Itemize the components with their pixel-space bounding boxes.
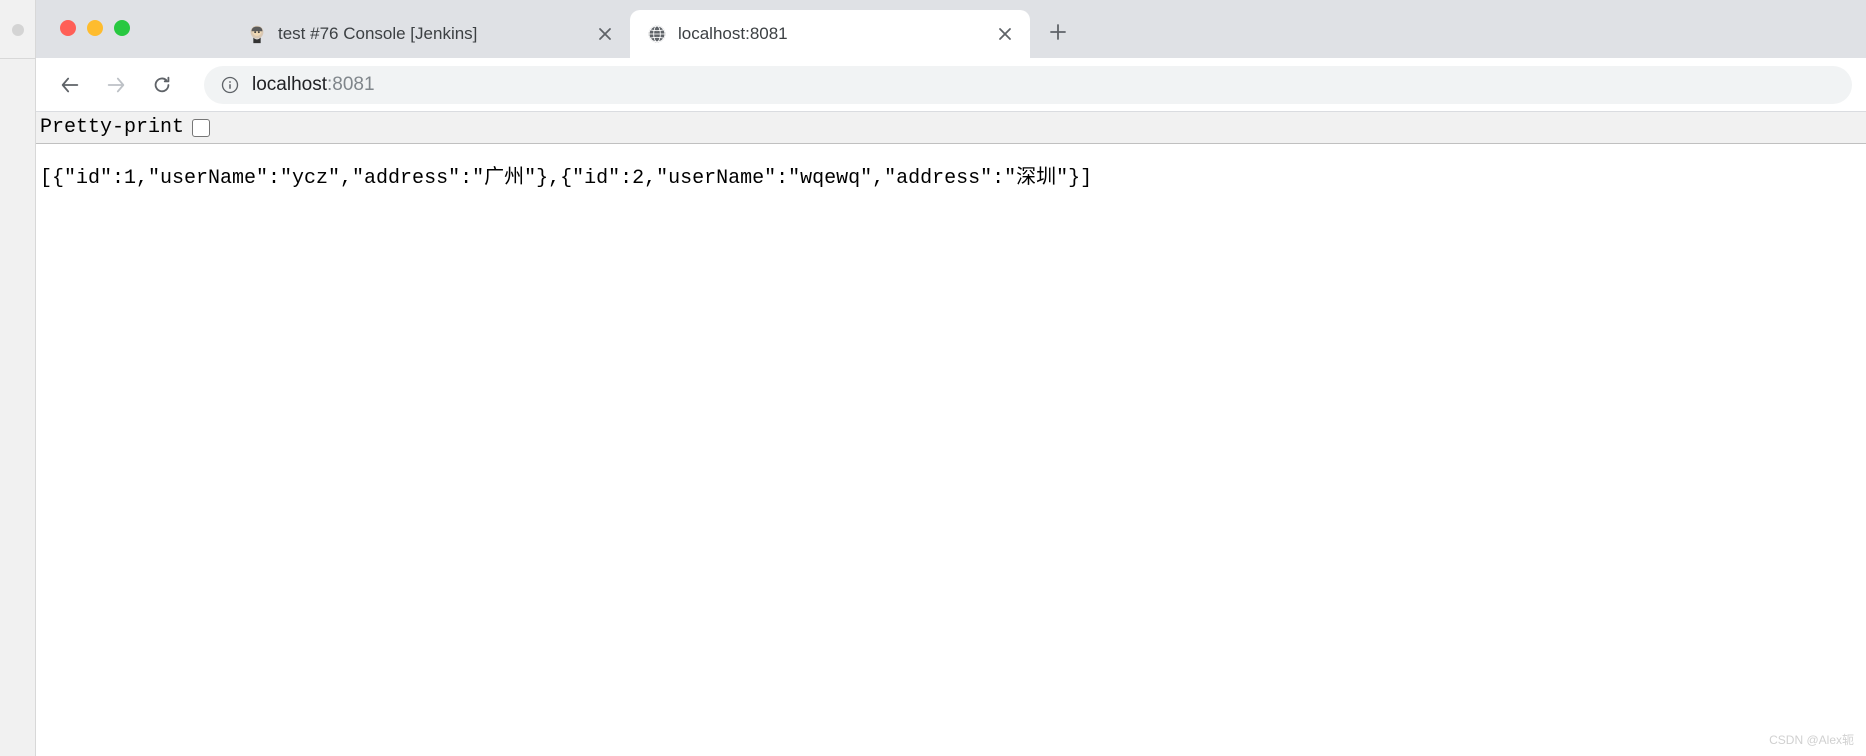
- toolbar: localhost:8081: [36, 58, 1866, 112]
- back-button[interactable]: [50, 65, 90, 105]
- browser-window: test #76 Console [Jenkins]: [36, 0, 1866, 756]
- gutter-divider: [0, 58, 35, 59]
- gutter-dot: [12, 24, 24, 36]
- tab-title: localhost:8081: [678, 24, 986, 44]
- reload-button[interactable]: [142, 65, 182, 105]
- window-close-button[interactable]: [60, 20, 76, 36]
- tab-jenkins[interactable]: test #76 Console [Jenkins]: [230, 10, 630, 58]
- tab-bar: test #76 Console [Jenkins]: [36, 0, 1866, 58]
- window-maximize-button[interactable]: [114, 20, 130, 36]
- close-icon[interactable]: [596, 25, 614, 43]
- content-area: [{"id":1,"userName":"ycz","address":"广州"…: [36, 144, 1866, 756]
- window-minimize-button[interactable]: [87, 20, 103, 36]
- globe-icon: [646, 23, 668, 45]
- site-info-icon[interactable]: [220, 75, 240, 95]
- address-bar[interactable]: localhost:8081: [204, 66, 1852, 104]
- url-text: localhost:8081: [252, 74, 375, 96]
- url-host: localhost: [252, 74, 327, 95]
- tab-title: test #76 Console [Jenkins]: [278, 24, 586, 44]
- pretty-print-label: Pretty-print: [40, 116, 184, 139]
- close-icon[interactable]: [996, 25, 1014, 43]
- forward-button[interactable]: [96, 65, 136, 105]
- tab-localhost[interactable]: localhost:8081: [630, 10, 1030, 58]
- url-port: :8081: [327, 74, 375, 95]
- jenkins-icon: [246, 23, 268, 45]
- window-controls: [60, 20, 130, 36]
- left-gutter: [0, 0, 36, 756]
- pretty-print-checkbox[interactable]: [192, 119, 210, 137]
- pretty-print-bar: Pretty-print: [36, 112, 1866, 144]
- watermark: CSDN @Alex轭: [1769, 731, 1854, 748]
- json-response-body: [{"id":1,"userName":"ycz","address":"广州"…: [40, 160, 1862, 190]
- new-tab-button[interactable]: [1040, 14, 1076, 50]
